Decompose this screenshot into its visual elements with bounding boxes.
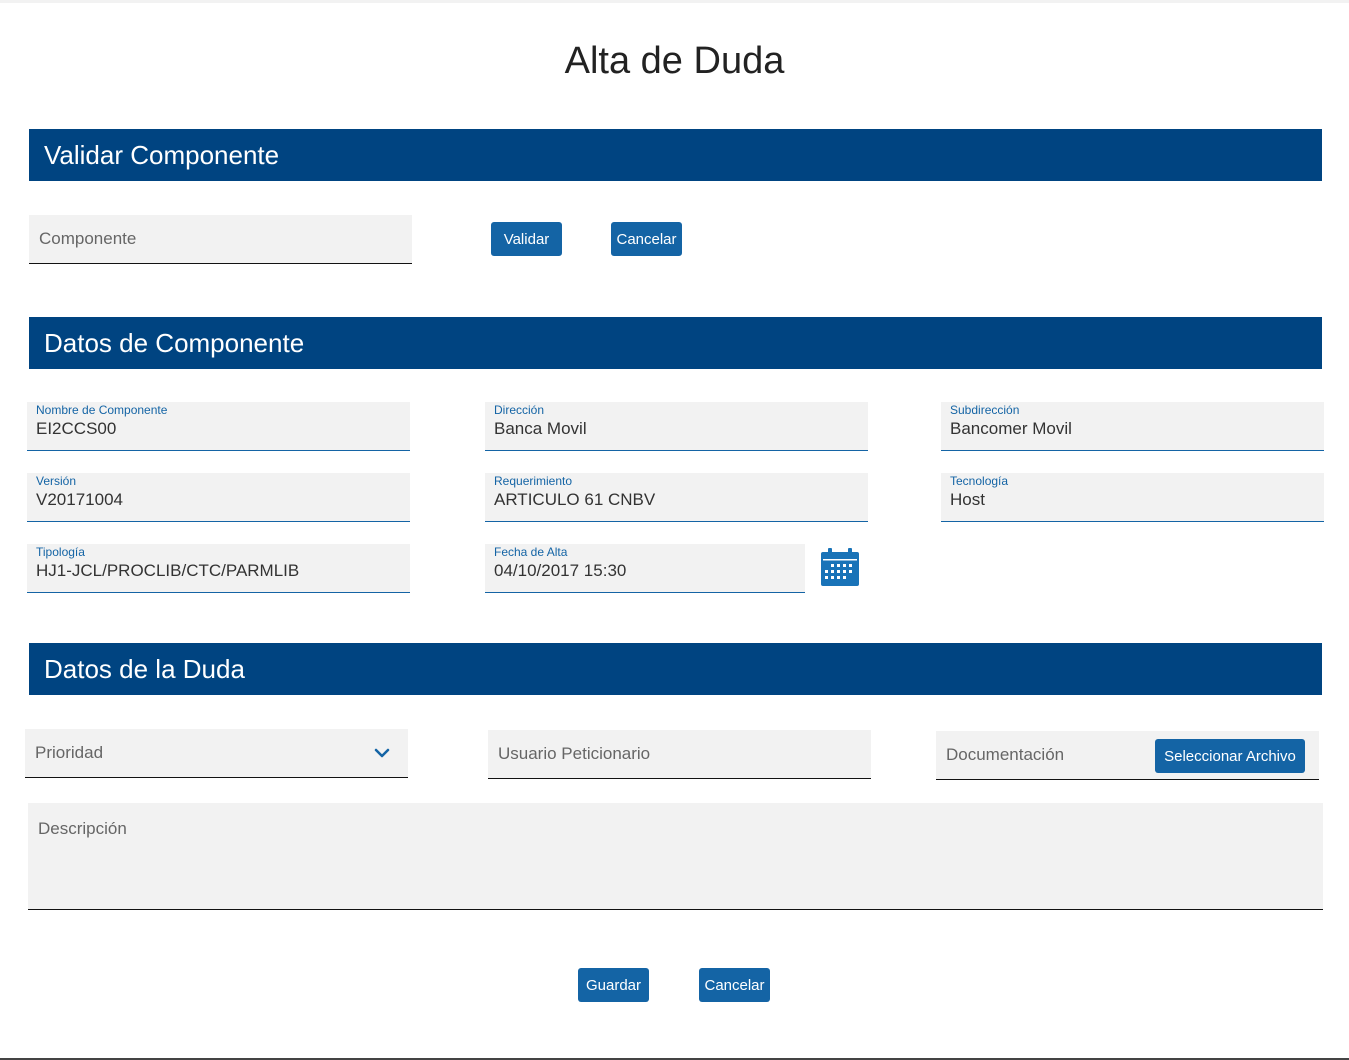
field-value: Host bbox=[950, 490, 985, 509]
field-label: Versión bbox=[36, 474, 77, 488]
guardar-button[interactable]: Guardar bbox=[578, 968, 649, 1002]
section-header-datos-duda: Datos de la Duda bbox=[29, 643, 1322, 695]
validar-button[interactable]: Validar bbox=[491, 222, 562, 256]
documentacion-placeholder: Documentación bbox=[946, 745, 1065, 764]
field-value: Banca Movil bbox=[494, 419, 587, 438]
field-value: EI2CCS00 bbox=[36, 419, 117, 438]
direccion-field[interactable]: Dirección Banca Movil bbox=[485, 402, 868, 451]
top-divider bbox=[0, 0, 1349, 3]
field-value: HJ1-JCL/PROCLIB/CTC/PARMLIB bbox=[36, 561, 300, 580]
chevron-down-icon bbox=[374, 748, 390, 758]
calendar-icon[interactable] bbox=[820, 548, 860, 587]
subdireccion-field[interactable]: Subdirección Bancomer Movil bbox=[941, 402, 1324, 451]
section-header-datos-componente: Datos de Componente bbox=[29, 317, 1322, 369]
field-label: Subdirección bbox=[950, 403, 1020, 417]
field-value: Bancomer Movil bbox=[950, 419, 1072, 438]
descripcion-textarea[interactable]: Descripción bbox=[28, 803, 1323, 910]
cancelar-button[interactable]: Cancelar bbox=[699, 968, 770, 1002]
componente-input[interactable]: Componente bbox=[29, 215, 412, 264]
page-title: Alta de Duda bbox=[564, 40, 785, 82]
field-value: 04/10/2017 15:30 bbox=[494, 561, 627, 580]
usuario-peticionario-input[interactable]: Usuario Peticionario bbox=[488, 730, 871, 779]
field-label: Nombre de Componente bbox=[36, 403, 168, 417]
nombre-componente-field[interactable]: Nombre de Componente EI2CCS00 bbox=[27, 402, 410, 451]
tecnologia-field[interactable]: Tecnología Host bbox=[941, 473, 1324, 522]
field-label: Fecha de Alta bbox=[494, 545, 568, 559]
requerimiento-field[interactable]: Requerimiento ARTICULO 61 CNBV bbox=[485, 473, 868, 522]
section-header-validar-componente: Validar Componente bbox=[29, 129, 1322, 181]
field-label: Dirección bbox=[494, 403, 545, 417]
tipologia-field[interactable]: Tipología HJ1-JCL/PROCLIB/CTC/PARMLIB bbox=[27, 544, 410, 593]
cancelar-validar-button[interactable]: Cancelar bbox=[611, 222, 682, 256]
seleccionar-archivo-button[interactable]: Seleccionar Archivo bbox=[1155, 739, 1305, 773]
prioridad-placeholder: Prioridad bbox=[35, 743, 104, 762]
field-label: Requerimiento bbox=[494, 474, 573, 488]
field-value: V20171004 bbox=[36, 490, 123, 509]
fecha-alta-field[interactable]: Fecha de Alta 04/10/2017 15:30 bbox=[485, 544, 805, 593]
field-label: Tipología bbox=[36, 545, 85, 559]
field-label: Tecnología bbox=[950, 474, 1009, 488]
prioridad-select[interactable]: Prioridad bbox=[25, 729, 408, 778]
version-field[interactable]: Versión V20171004 bbox=[27, 473, 410, 522]
field-value: ARTICULO 61 CNBV bbox=[494, 490, 656, 509]
